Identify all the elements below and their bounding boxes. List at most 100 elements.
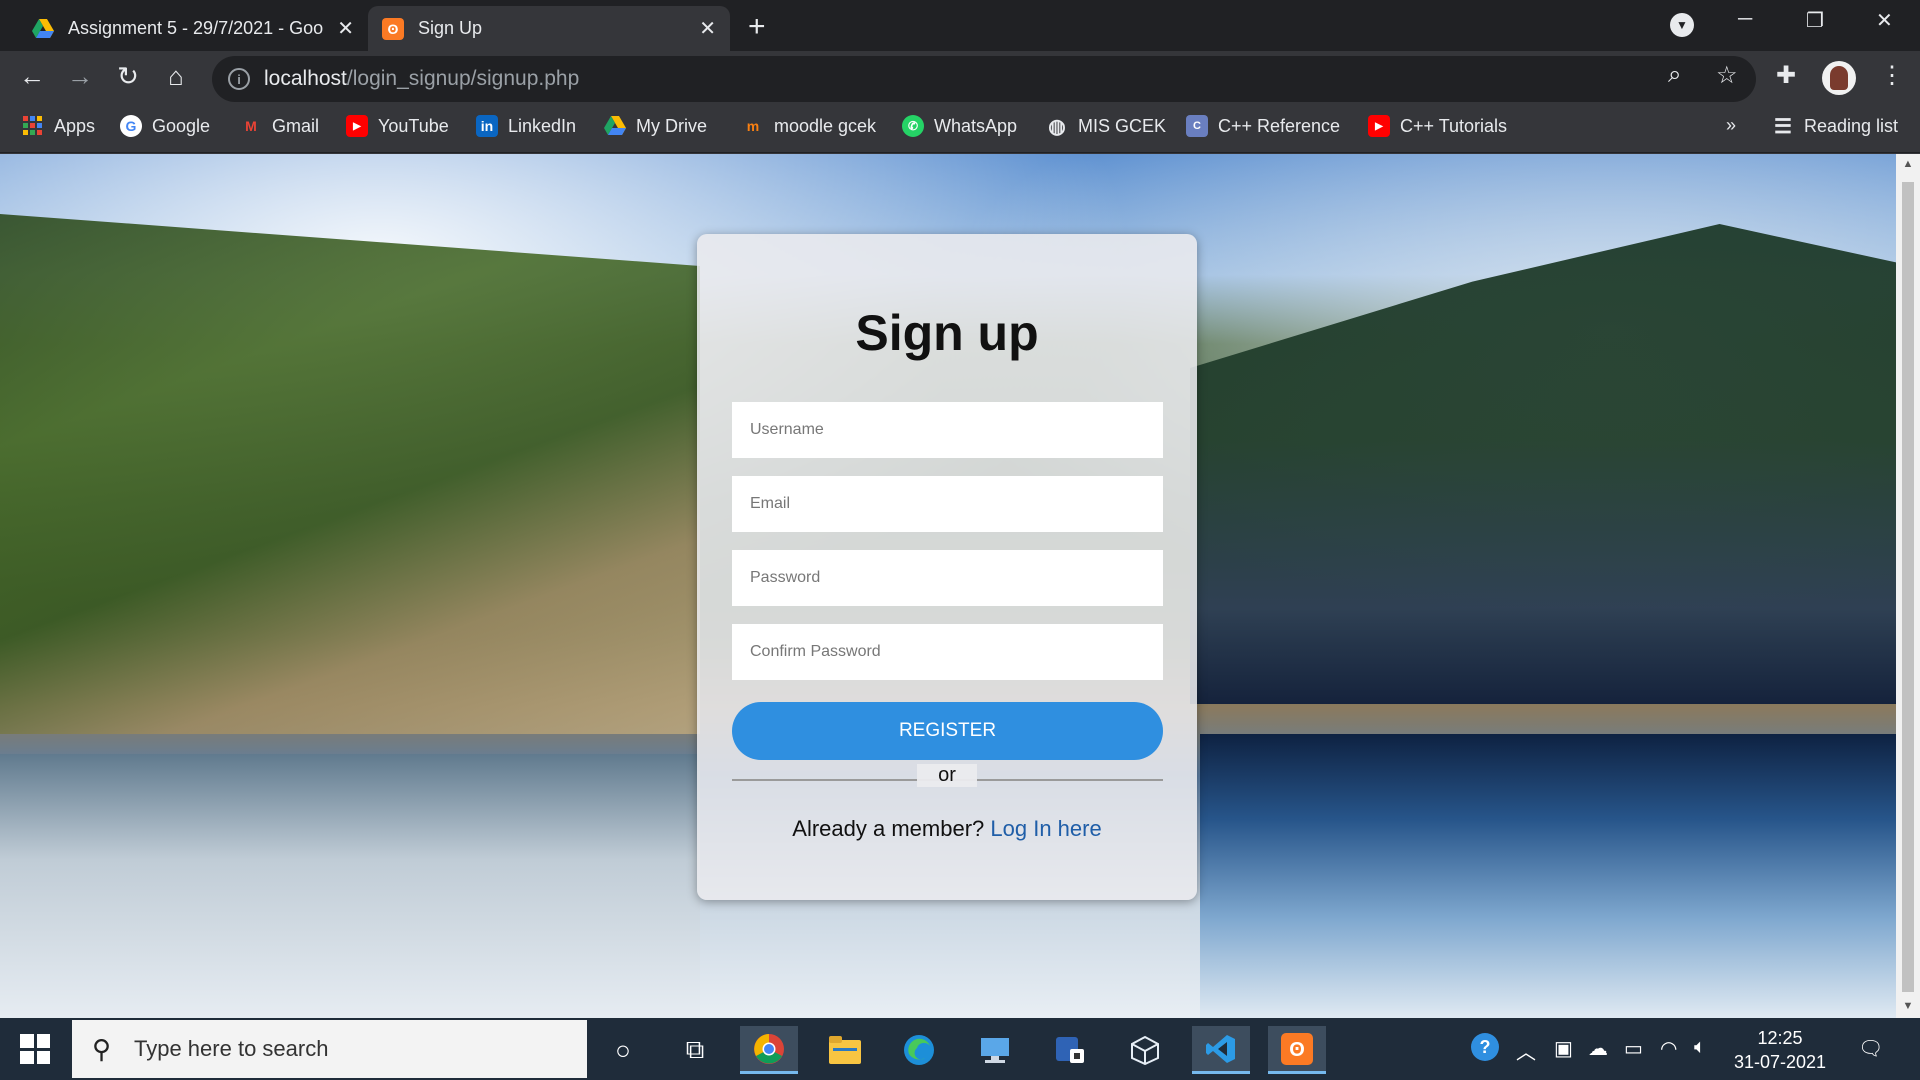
bookmark-mis-gcek[interactable]: ◍ MIS GCEK — [1046, 115, 1167, 138]
restore-icon[interactable]: ❐ — [1806, 8, 1824, 33]
page-title: Sign up — [855, 305, 1039, 361]
close-tab-icon[interactable]: ✕ — [699, 16, 716, 41]
volume-icon[interactable]: 🔈︎ — [1694, 1036, 1706, 1059]
username-input[interactable] — [732, 402, 1163, 458]
clock-time: 12:25 — [1757, 1028, 1803, 1048]
extensions-icon[interactable]: ✚ — [1776, 61, 1796, 90]
tab-sign-up[interactable]: ʘ Sign Up ✕ — [368, 6, 730, 51]
search-placeholder: Type here to search — [134, 1036, 329, 1061]
bookmarks-bar: Apps G Google M Gmail ▶ YouTube in Linke… — [0, 107, 1920, 153]
remote-desktop-icon[interactable] — [966, 1026, 1024, 1074]
battery-icon[interactable]: ▭ — [1624, 1036, 1643, 1061]
background-forest-left — [0, 214, 700, 734]
windows-start-icon[interactable] — [20, 1034, 50, 1064]
moodle-icon: m — [746, 118, 760, 134]
onedrive-cloud-icon[interactable]: ☁ — [1588, 1036, 1608, 1061]
scroll-thumb[interactable] — [1902, 182, 1914, 992]
background-waterfall — [1200, 734, 1896, 1018]
windows-taskbar: ⚲ Type here to search ○ ⧉ ʘ ? ︿ ▣ ☁ ▭ ◠ … — [0, 1018, 1920, 1080]
reading-list-icon: ☰ — [1774, 115, 1792, 138]
tab-search-icon[interactable]: ▼ — [1670, 13, 1694, 37]
bookmark-cpp-reference[interactable]: C C++ Reference — [1186, 115, 1340, 137]
site-info-icon[interactable]: i — [228, 68, 250, 90]
password-input[interactable] — [732, 550, 1163, 606]
bookmark-google[interactable]: G Google — [120, 115, 210, 137]
bookmark-label: moodle gcek — [774, 115, 877, 136]
cpp-reference-icon: C — [1186, 115, 1208, 137]
youtube-icon: ▶ — [1368, 115, 1390, 137]
tab-title: Sign Up — [418, 18, 483, 38]
member-text: Already a member? — [792, 816, 991, 841]
wifi-icon[interactable]: ◠ — [1660, 1036, 1677, 1061]
page-scrollbar[interactable]: ▲ ▼ — [1896, 154, 1920, 1018]
register-button[interactable]: REGISTER — [732, 702, 1163, 760]
linkedin-icon: in — [476, 115, 498, 137]
member-prompt: Already a member? Log In here — [697, 816, 1197, 842]
search-icon: ⚲ — [92, 1033, 112, 1064]
taskbar-clock[interactable]: 12:25 31-07-2021 — [1730, 1026, 1830, 1074]
zoom-icon[interactable]: ⌕ — [1668, 61, 1681, 89]
browser-tab-strip: Assignment 5 - 29/7/2021 - Goo ✕ ʘ Sign … — [0, 0, 1920, 51]
google-drive-icon — [32, 18, 54, 40]
google-drive-icon — [604, 115, 626, 137]
bookmark-star-icon[interactable]: ☆ — [1716, 61, 1738, 90]
bookmark-label: WhatsApp — [934, 115, 1018, 136]
task-view-icon[interactable]: ⧉ — [666, 1026, 724, 1074]
new-tab-button[interactable]: + — [748, 10, 766, 44]
bookmark-youtube[interactable]: ▶ YouTube — [346, 115, 449, 137]
bookmark-my-drive[interactable]: My Drive — [604, 115, 707, 137]
minimize-icon[interactable]: ─ — [1738, 8, 1752, 31]
vscode-icon[interactable] — [1192, 1026, 1250, 1074]
home-icon[interactable]: ⌂ — [158, 61, 194, 92]
chevron-up-icon[interactable]: ︿ — [1516, 1036, 1536, 1065]
xampp-icon: ʘ — [382, 17, 404, 40]
chrome-icon[interactable] — [740, 1026, 798, 1074]
apps-grid-icon — [22, 115, 44, 137]
bookmark-whatsapp[interactable]: ✆ WhatsApp — [902, 115, 1017, 137]
xampp-icon[interactable]: ʘ — [1268, 1026, 1326, 1074]
login-link[interactable]: Log In here — [990, 816, 1101, 841]
taskbar-search[interactable]: ⚲ Type here to search — [72, 1020, 587, 1078]
url-host: localhost — [264, 67, 347, 90]
bookmark-cpp-tutorials[interactable]: ▶ C++ Tutorials — [1368, 115, 1507, 137]
svg-text:ʘ: ʘ — [1289, 1039, 1305, 1061]
background-forest-right — [1190, 224, 1896, 704]
gmail-icon: M — [245, 118, 257, 134]
profile-avatar[interactable] — [1822, 61, 1856, 95]
bookmark-label: LinkedIn — [508, 115, 577, 136]
background-river — [0, 754, 700, 1018]
page-background: Sign up REGISTER or Already a member? Lo… — [0, 154, 1896, 1018]
confirm-password-input[interactable] — [732, 624, 1163, 680]
email-input[interactable] — [732, 476, 1163, 532]
close-tab-icon[interactable]: ✕ — [337, 16, 354, 41]
reading-list-label: Reading list — [1804, 115, 1899, 136]
close-window-icon[interactable]: ✕ — [1876, 8, 1893, 33]
scroll-down-arrow-icon[interactable]: ▼ — [1896, 1000, 1920, 1012]
bookmark-label: MIS GCEK — [1078, 115, 1167, 136]
bookmark-label: Google — [152, 115, 211, 136]
back-icon[interactable]: ← — [14, 61, 50, 92]
cortana-icon[interactable]: ○ — [594, 1026, 652, 1074]
bookmark-gmail[interactable]: M Gmail — [240, 115, 319, 137]
forward-icon[interactable]: → — [62, 61, 98, 92]
bookmark-apps[interactable]: Apps — [22, 115, 95, 137]
scroll-up-arrow-icon[interactable]: ▲ — [1896, 158, 1920, 170]
virtualbox-icon[interactable] — [1116, 1026, 1174, 1074]
menu-icon[interactable]: ⋮ — [1880, 61, 1904, 90]
bookmark-label: Gmail — [272, 115, 320, 136]
or-separator: or — [917, 764, 977, 787]
bookmark-linkedin[interactable]: in LinkedIn — [476, 115, 576, 137]
file-explorer-icon[interactable] — [816, 1026, 874, 1074]
reload-icon[interactable]: ↻ — [110, 61, 146, 92]
help-icon[interactable]: ? — [1470, 1032, 1500, 1068]
edge-icon[interactable] — [890, 1026, 948, 1074]
svg-text:?: ? — [1480, 1037, 1491, 1057]
reading-list-button[interactable]: ☰ Reading list — [1772, 115, 1899, 138]
more-bookmarks-button[interactable]: » — [1726, 115, 1736, 136]
vpn-client-icon[interactable] — [1042, 1026, 1100, 1074]
bookmark-moodle[interactable]: m moodle gcek — [742, 115, 876, 137]
meet-now-icon[interactable]: ▣ — [1554, 1036, 1573, 1061]
address-bar[interactable]: i localhost/login_signup/signup.php — [212, 56, 1756, 102]
notifications-icon[interactable]: 🗨︎ — [1858, 1036, 1883, 1061]
tab-assignment[interactable]: Assignment 5 - 29/7/2021 - Goo ✕ — [18, 6, 368, 51]
